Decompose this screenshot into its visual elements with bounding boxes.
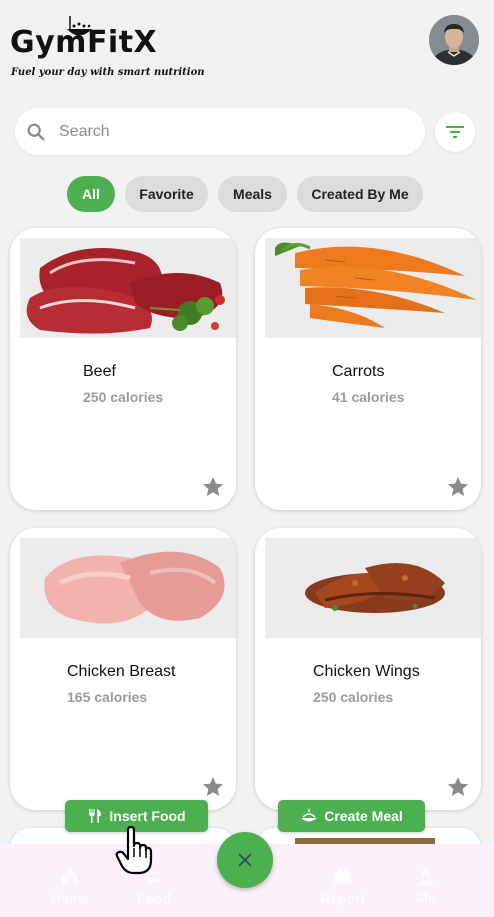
- food-card-beef[interactable]: Beef 250 calories: [10, 228, 236, 510]
- speed-dial-fab[interactable]: [217, 832, 273, 888]
- app-title: GymFitX: [10, 25, 158, 60]
- nav-label: Food: [136, 890, 172, 906]
- nav-label: Me: [416, 890, 436, 906]
- utensils-icon: [89, 809, 102, 823]
- nav-label: Home: [50, 890, 90, 906]
- filter-chip-meals[interactable]: Meals: [218, 176, 287, 212]
- food-calories: 165 calories: [67, 689, 148, 705]
- filter-button[interactable]: [435, 112, 475, 152]
- app-logo: GymFitX Fuel your day with smart nutriti…: [10, 14, 205, 84]
- create-meal-button[interactable]: Create Meal: [278, 800, 425, 832]
- profile-avatar[interactable]: [429, 15, 479, 65]
- person-icon: [417, 868, 435, 886]
- food-card-chicken-breast[interactable]: Chicken Breast 165 calories: [10, 528, 236, 810]
- search-icon: [27, 123, 45, 141]
- food-image-chicken-wings: [265, 538, 481, 638]
- app-header: GymFitX Fuel your day with smart nutriti…: [0, 0, 494, 100]
- filter-chip-favorite[interactable]: Favorite: [125, 176, 208, 212]
- filter-chip-created-by-me[interactable]: Created By Me: [297, 176, 423, 212]
- food-name: Chicken Breast: [67, 663, 176, 680]
- app-tagline: Fuel your day with smart nutrition: [11, 67, 205, 78]
- nav-report[interactable]: Report: [313, 866, 373, 906]
- create-meal-label: Create Meal: [324, 808, 403, 824]
- food-card-carrots[interactable]: Carrots 41 calories: [255, 228, 481, 510]
- star-icon[interactable]: [446, 475, 470, 499]
- nav-home[interactable]: Home: [40, 866, 100, 906]
- insert-food-label: Insert Food: [109, 808, 186, 824]
- filter-icon: [446, 126, 464, 138]
- nav-me[interactable]: Me: [396, 866, 456, 906]
- search-bar[interactable]: [15, 108, 425, 155]
- food-name: Beef: [83, 363, 116, 380]
- food-calories: 250 calories: [313, 689, 394, 705]
- close-icon: [238, 853, 252, 867]
- star-icon[interactable]: [201, 775, 225, 799]
- food-calories: 41 calories: [332, 389, 405, 405]
- food-calories: 250 calories: [83, 389, 164, 405]
- search-input[interactable]: [59, 108, 409, 155]
- food-image-carrots: [265, 238, 481, 338]
- food-card-chicken-wings[interactable]: Chicken Wings 250 calories: [255, 528, 481, 810]
- dish-icon: [301, 809, 318, 822]
- filter-chip-all[interactable]: All: [67, 176, 115, 212]
- home-icon: [61, 868, 79, 886]
- food-name: Chicken Wings: [313, 663, 420, 680]
- nav-label: Report: [320, 890, 366, 906]
- report-icon: [334, 868, 352, 885]
- food-image-beef: [20, 238, 236, 338]
- star-icon[interactable]: [446, 775, 470, 799]
- food-image-chicken-breast: [20, 538, 236, 638]
- avatar-image: [429, 15, 479, 65]
- food-name: Carrots: [332, 363, 385, 380]
- star-icon[interactable]: [201, 475, 225, 499]
- hand-pointer-icon: [115, 826, 153, 875]
